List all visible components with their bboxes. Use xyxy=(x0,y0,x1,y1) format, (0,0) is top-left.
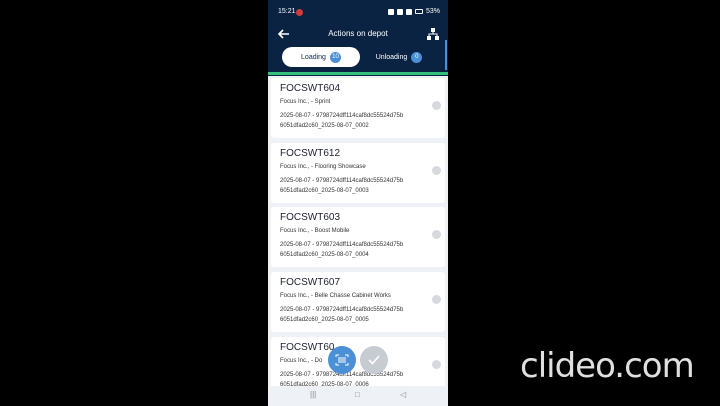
app-bar: 15:21 53% Actions on depot Loading 10 Un… xyxy=(268,0,448,76)
check-icon xyxy=(368,355,380,365)
item-subtitle: Focus Inc., - Do xyxy=(280,358,323,364)
list-item[interactable]: FOCSWT607 Focus Inc., - Belle Chasse Cab… xyxy=(271,272,445,332)
item-radio[interactable] xyxy=(432,360,441,369)
item-reference: 2025-08-07 - 9798724dff114caf8dc55524d75… xyxy=(280,113,404,129)
system-nav-bar: ||| □ ◁ xyxy=(268,386,448,406)
item-radio[interactable] xyxy=(432,101,441,110)
alarm-icon xyxy=(387,8,394,15)
item-radio[interactable] xyxy=(432,230,441,239)
phone-screen: 15:21 53% Actions on depot Loading 10 Un… xyxy=(268,0,448,406)
item-reference: 2025-08-07 - 9798724dff114caf8dc55524d75… xyxy=(280,242,404,258)
item-title: FOCSWT603 xyxy=(280,212,341,223)
scrollbar[interactable] xyxy=(445,40,447,70)
tab-unloading[interactable]: Unloading 0 xyxy=(360,47,438,67)
item-subtitle: Focus Inc., - Flooring Showcase xyxy=(280,164,366,170)
item-title: FOCSWT60 xyxy=(280,342,335,353)
tab-unloading-label: Unloading xyxy=(375,53,408,61)
list-item[interactable]: FOCSWT604 Focus Inc., - Sprint 2025-08-0… xyxy=(271,78,445,138)
recents-nav-icon[interactable]: ||| xyxy=(310,390,316,399)
tab-loading-label: Loading xyxy=(301,53,326,61)
page-title: Actions on depot xyxy=(328,29,388,38)
signal-icon xyxy=(405,8,412,15)
item-radio[interactable] xyxy=(432,166,441,175)
item-title: FOCSWT607 xyxy=(280,277,341,288)
list-item[interactable]: FOCSWT603 Focus Inc., - Boost Mobile 202… xyxy=(271,207,445,267)
wifi-icon xyxy=(396,8,403,15)
notification-icon xyxy=(296,9,303,16)
status-indicators: 53% xyxy=(387,8,440,15)
back-nav-icon[interactable]: ◁ xyxy=(400,390,406,399)
arrow-left-icon[interactable] xyxy=(277,27,291,41)
tab-loading-count: 10 xyxy=(329,51,341,63)
item-reference: 2025-08-07 - 9798724dff114caf8dc55524d75… xyxy=(280,307,404,323)
item-subtitle: Focus Inc., - Boost Mobile xyxy=(280,228,350,234)
battery-percent: 53% xyxy=(425,8,440,15)
item-title: FOCSWT604 xyxy=(280,83,341,94)
confirm-button[interactable] xyxy=(360,346,388,374)
tab-bar: Loading 10 Unloading 0 xyxy=(278,47,438,67)
scan-button[interactable] xyxy=(328,346,356,374)
item-reference: 2025-08-07 - 9798724dff114caf8dc55524d75… xyxy=(280,178,404,194)
status-bar: 15:21 53% xyxy=(268,5,448,19)
hierarchy-icon[interactable] xyxy=(426,27,440,41)
item-subtitle: Focus Inc., - Sprint xyxy=(280,99,331,105)
tab-loading[interactable]: Loading 10 xyxy=(282,47,360,67)
tab-unloading-count: 0 xyxy=(411,51,423,63)
home-nav-icon[interactable]: □ xyxy=(355,390,360,399)
watermark: clideo.com xyxy=(520,346,695,386)
battery-icon xyxy=(414,9,423,14)
status-time: 15:21 xyxy=(278,8,296,15)
item-radio[interactable] xyxy=(432,295,441,304)
barcode-scan-icon xyxy=(335,354,349,366)
header-accent-line xyxy=(268,72,448,75)
list-item[interactable]: FOCSWT612 Focus Inc., - Flooring Showcas… xyxy=(271,143,445,203)
item-subtitle: Focus Inc., - Belle Chasse Cabinet Works xyxy=(280,293,391,299)
item-title: FOCSWT612 xyxy=(280,148,341,159)
